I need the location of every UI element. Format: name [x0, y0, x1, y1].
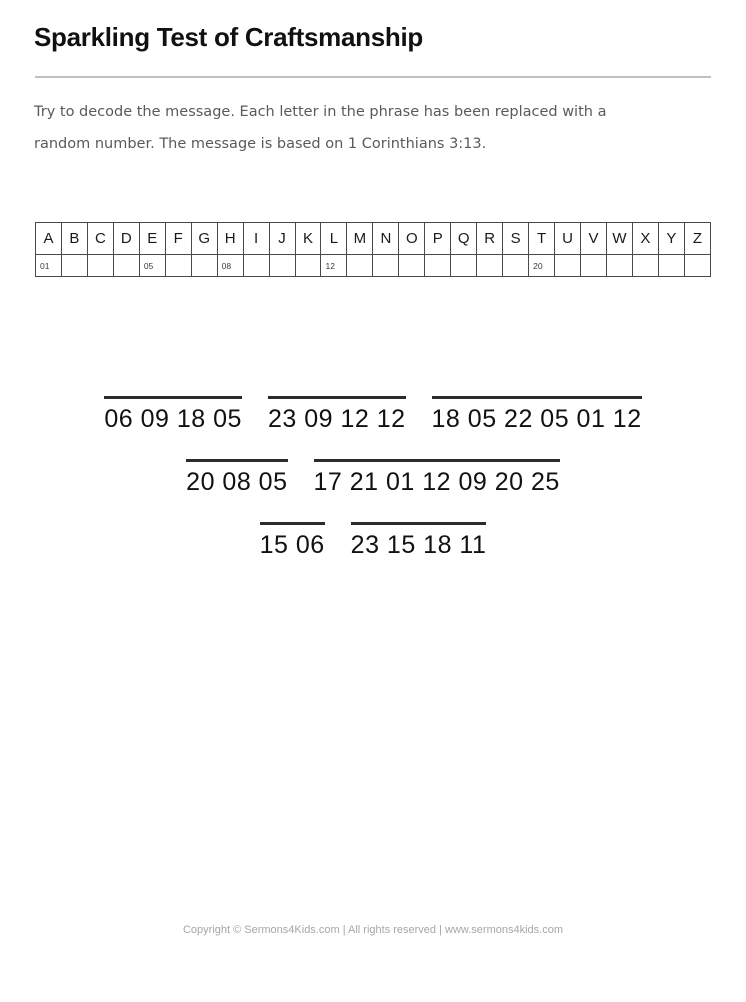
cipher-letter-cell-w: W: [605, 222, 633, 255]
cipher-letter-cell-v: V: [580, 222, 607, 255]
page-title: Sparkling Test of Craftsmanship: [34, 22, 423, 52]
puzzle-line: 20 08 05 17 21 01 12 09 20 25: [0, 459, 746, 497]
cipher-letter-cell-j: J: [268, 222, 296, 255]
cipher-letter-row: ABCDEFGHIJKLMNOPQRSTUVWXYZ: [35, 222, 712, 255]
cipher-letter-cell-t: T: [528, 222, 556, 255]
cipher-letter-cell-k: K: [294, 222, 322, 255]
puzzle-answer-area: 06 09 18 05 23 09 12 12 18 05 22 05 01 12 2…: [0, 396, 746, 585]
puzzle-word-codes: 06 09 18 05: [104, 405, 242, 433]
puzzle-word-codes: 20 08 05: [186, 468, 288, 496]
cipher-code-cell-f[interactable]: [164, 254, 192, 277]
cipher-key-table: ABCDEFGHIJKLMNOPQRSTUVWXYZ 01 05 08 12 20: [35, 222, 712, 277]
cipher-code-cell-d[interactable]: [112, 254, 140, 277]
cipher-code-cell-z[interactable]: [683, 254, 712, 277]
cipher-code-cell-m[interactable]: [346, 254, 374, 277]
cipher-code-cell-o[interactable]: [398, 254, 426, 277]
answer-blank-rule: [267, 396, 406, 399]
puzzle-word[interactable]: 23 15 18 11: [350, 522, 487, 560]
cipher-code-cell-h[interactable]: 08: [216, 254, 244, 277]
cipher-letter-cell-u: U: [554, 222, 582, 255]
cipher-code-row: 01 05 08 12 20: [35, 254, 712, 277]
puzzle-word[interactable]: 20 08 05: [186, 459, 288, 497]
answer-blank-rule: [313, 459, 560, 462]
cipher-code-cell-e[interactable]: 05: [138, 254, 166, 277]
puzzle-line: 15 06 23 15 18 11: [0, 522, 746, 560]
instructions-line: random number. The message is based on 1…: [34, 136, 487, 152]
answer-blank-rule: [186, 459, 288, 462]
puzzle-word[interactable]: 18 05 22 05 01 12: [431, 396, 642, 434]
puzzle-word-codes: 15 06: [259, 531, 325, 559]
cipher-code-cell-i[interactable]: [242, 254, 270, 277]
cipher-code-cell-w[interactable]: [605, 254, 633, 277]
cipher-code-cell-s[interactable]: [502, 254, 530, 277]
cipher-letter-cell-r: R: [476, 222, 504, 255]
answer-blank-rule: [259, 522, 325, 525]
footer-copyright: Copyright © Sermons4Kids.com | All right…: [182, 924, 563, 936]
cipher-code-cell-r[interactable]: [476, 254, 504, 277]
cipher-code-cell-k[interactable]: [294, 254, 322, 277]
cipher-letter-cell-c: C: [86, 222, 114, 255]
answer-blank-rule: [350, 522, 487, 525]
cipher-code-cell-l[interactable]: 12: [320, 254, 348, 277]
cipher-code-cell-n[interactable]: [372, 254, 400, 277]
cipher-letter-cell-l: L: [320, 222, 348, 255]
puzzle-word[interactable]: 23 09 12 12: [267, 396, 406, 434]
cipher-code-cell-p[interactable]: [424, 254, 452, 277]
cipher-letter-cell-p: P: [424, 222, 452, 255]
cipher-code-cell-j[interactable]: [268, 254, 296, 277]
puzzle-word-codes: 23 09 12 12: [267, 405, 406, 433]
answer-blank-rule: [431, 396, 642, 399]
cipher-letter-cell-z: Z: [683, 222, 712, 255]
worksheet-page: Sparkling Test of Craftsmanship Try to d…: [0, 0, 746, 1002]
cipher-letter-cell-f: F: [164, 222, 192, 255]
puzzle-word-codes: 18 05 22 05 01 12: [431, 405, 642, 433]
puzzle-word-codes: 17 21 01 12 09 20 25: [313, 468, 560, 496]
cipher-letter-cell-a: A: [35, 222, 62, 255]
cipher-code-cell-a[interactable]: 01: [35, 254, 62, 277]
cipher-letter-cell-y: Y: [657, 222, 685, 255]
cipher-code-cell-q[interactable]: [450, 254, 478, 277]
cipher-letter-cell-e: E: [138, 222, 166, 255]
cipher-code-cell-x[interactable]: [631, 254, 659, 277]
instructions-text: Try to decode the message. Each letter i…: [34, 96, 694, 160]
instructions-line: Try to decode the message. Each letter i…: [34, 104, 607, 120]
cipher-letter-cell-g: G: [190, 222, 218, 255]
cipher-letter-cell-x: X: [631, 222, 659, 255]
cipher-letter-cell-s: S: [502, 222, 530, 255]
cipher-letter-cell-d: D: [112, 222, 140, 255]
puzzle-word[interactable]: 17 21 01 12 09 20 25: [313, 459, 560, 497]
cipher-code-cell-c[interactable]: [86, 254, 114, 277]
puzzle-word[interactable]: 06 09 18 05: [104, 396, 242, 434]
cipher-code-cell-y[interactable]: [657, 254, 685, 277]
cipher-letter-cell-m: M: [346, 222, 374, 255]
puzzle-line: 06 09 18 05 23 09 12 12 18 05 22 05 01 12: [0, 396, 746, 434]
cipher-code-cell-t[interactable]: 20: [528, 254, 556, 277]
cipher-letter-cell-o: O: [398, 222, 426, 255]
cipher-letter-cell-n: N: [372, 222, 400, 255]
cipher-letter-cell-h: H: [216, 222, 244, 255]
cipher-code-cell-b[interactable]: [60, 254, 88, 277]
cipher-letter-cell-b: B: [60, 222, 88, 255]
cipher-code-cell-v[interactable]: [580, 254, 607, 277]
header-divider: [35, 76, 711, 78]
puzzle-word-codes: 23 15 18 11: [350, 531, 487, 559]
cipher-letter-cell-q: Q: [450, 222, 478, 255]
cipher-code-cell-u[interactable]: [554, 254, 582, 277]
cipher-letter-cell-i: I: [242, 222, 270, 255]
answer-blank-rule: [104, 396, 242, 399]
cipher-code-cell-g[interactable]: [190, 254, 218, 277]
puzzle-word[interactable]: 15 06: [259, 522, 325, 560]
